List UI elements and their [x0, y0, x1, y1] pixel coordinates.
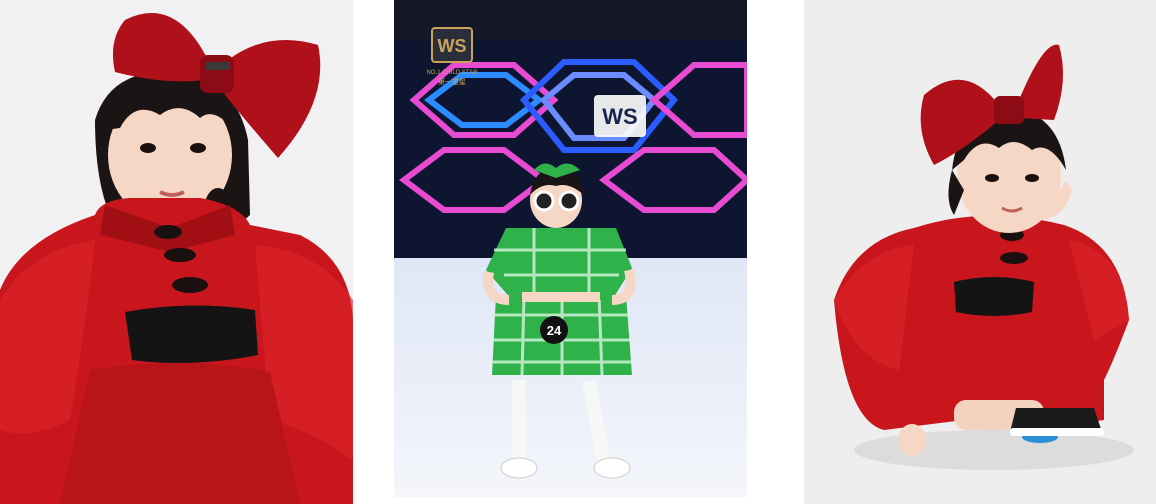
logo-line1: NO.1 CHILD STAR	[427, 70, 479, 76]
kneeling-illustration	[804, 0, 1156, 504]
portrait-illustration	[0, 0, 353, 504]
screen-logo-text: WS	[602, 104, 637, 129]
logo-line2: 第一童星	[438, 77, 466, 86]
photo-runway-green-outfit: 24 WS NO.1 CHILD STAR 第一童星 WS	[394, 0, 747, 497]
photo-kneeling-red-dress	[804, 0, 1156, 504]
logo-mark-text: WS	[438, 36, 467, 56]
runway-illustration: 24 WS NO.1 CHILD STAR 第一童星 WS	[394, 0, 747, 497]
runway-number-text: 24	[547, 323, 562, 338]
photo-portrait-red-dress	[0, 0, 353, 504]
